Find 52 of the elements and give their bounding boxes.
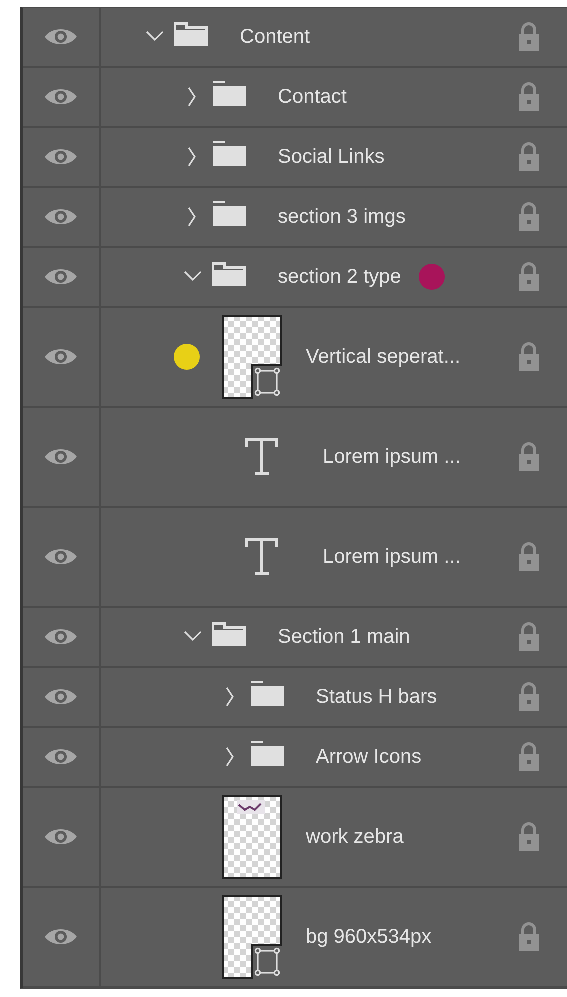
layer-name[interactable]: Lorem ipsum ... [323, 546, 461, 568]
eye-icon[interactable] [44, 627, 78, 647]
text-layer-icon [245, 438, 279, 476]
folder-icon [212, 621, 246, 647]
eye-icon[interactable] [44, 687, 78, 707]
lock-icon[interactable] [518, 262, 540, 292]
eye-icon[interactable] [44, 547, 78, 567]
layer-name[interactable]: Vertical seperat... [306, 346, 461, 368]
eye-icon[interactable] [44, 27, 78, 47]
folder-icon [212, 201, 246, 227]
layer-name[interactable]: section 2 type [278, 266, 402, 288]
eye-icon[interactable] [44, 927, 78, 947]
lock-icon[interactable] [518, 82, 540, 112]
lock-icon[interactable] [518, 142, 540, 172]
layer-name[interactable]: Contact [278, 86, 347, 108]
layer-name[interactable]: Content [240, 26, 310, 48]
layer-name[interactable]: Lorem ipsum ... [323, 446, 461, 468]
lock-icon[interactable] [518, 742, 540, 772]
thumbnail-icon [222, 895, 282, 979]
folder-icon [212, 261, 246, 287]
folder-icon [250, 681, 284, 707]
lock-icon[interactable] [518, 202, 540, 232]
thumbnail-icon [222, 315, 282, 399]
eye-icon[interactable] [44, 267, 78, 287]
eye-icon[interactable] [44, 827, 78, 847]
folder-icon [212, 81, 246, 107]
eye-icon[interactable] [44, 87, 78, 107]
lock-icon[interactable] [518, 22, 540, 52]
lock-icon[interactable] [518, 682, 540, 712]
eye-icon[interactable] [44, 207, 78, 227]
folder-icon [212, 141, 246, 167]
folder-icon [250, 741, 284, 767]
lock-icon[interactable] [518, 922, 540, 952]
text-layer-icon [245, 538, 279, 576]
lock-icon[interactable] [518, 542, 540, 572]
eye-icon[interactable] [44, 747, 78, 767]
layer-name[interactable]: Status H bars [316, 686, 438, 708]
layer-name[interactable]: section 3 imgs [278, 206, 406, 228]
lock-icon[interactable] [518, 822, 540, 852]
layer-name[interactable]: Section 1 main [278, 626, 410, 648]
layer-name[interactable]: work zebra [306, 826, 404, 848]
layer-name[interactable]: Arrow Icons [316, 746, 422, 768]
eye-icon[interactable] [44, 147, 78, 167]
lock-icon[interactable] [518, 342, 540, 372]
thumbnail-icon [222, 795, 282, 879]
folder-icon [174, 21, 208, 47]
lock-icon[interactable] [518, 622, 540, 652]
eye-icon[interactable] [44, 347, 78, 367]
layer-name[interactable]: Social Links [278, 146, 385, 168]
eye-icon[interactable] [44, 447, 78, 467]
lock-icon[interactable] [518, 442, 540, 472]
layer-name[interactable]: bg 960x534px [306, 926, 432, 948]
